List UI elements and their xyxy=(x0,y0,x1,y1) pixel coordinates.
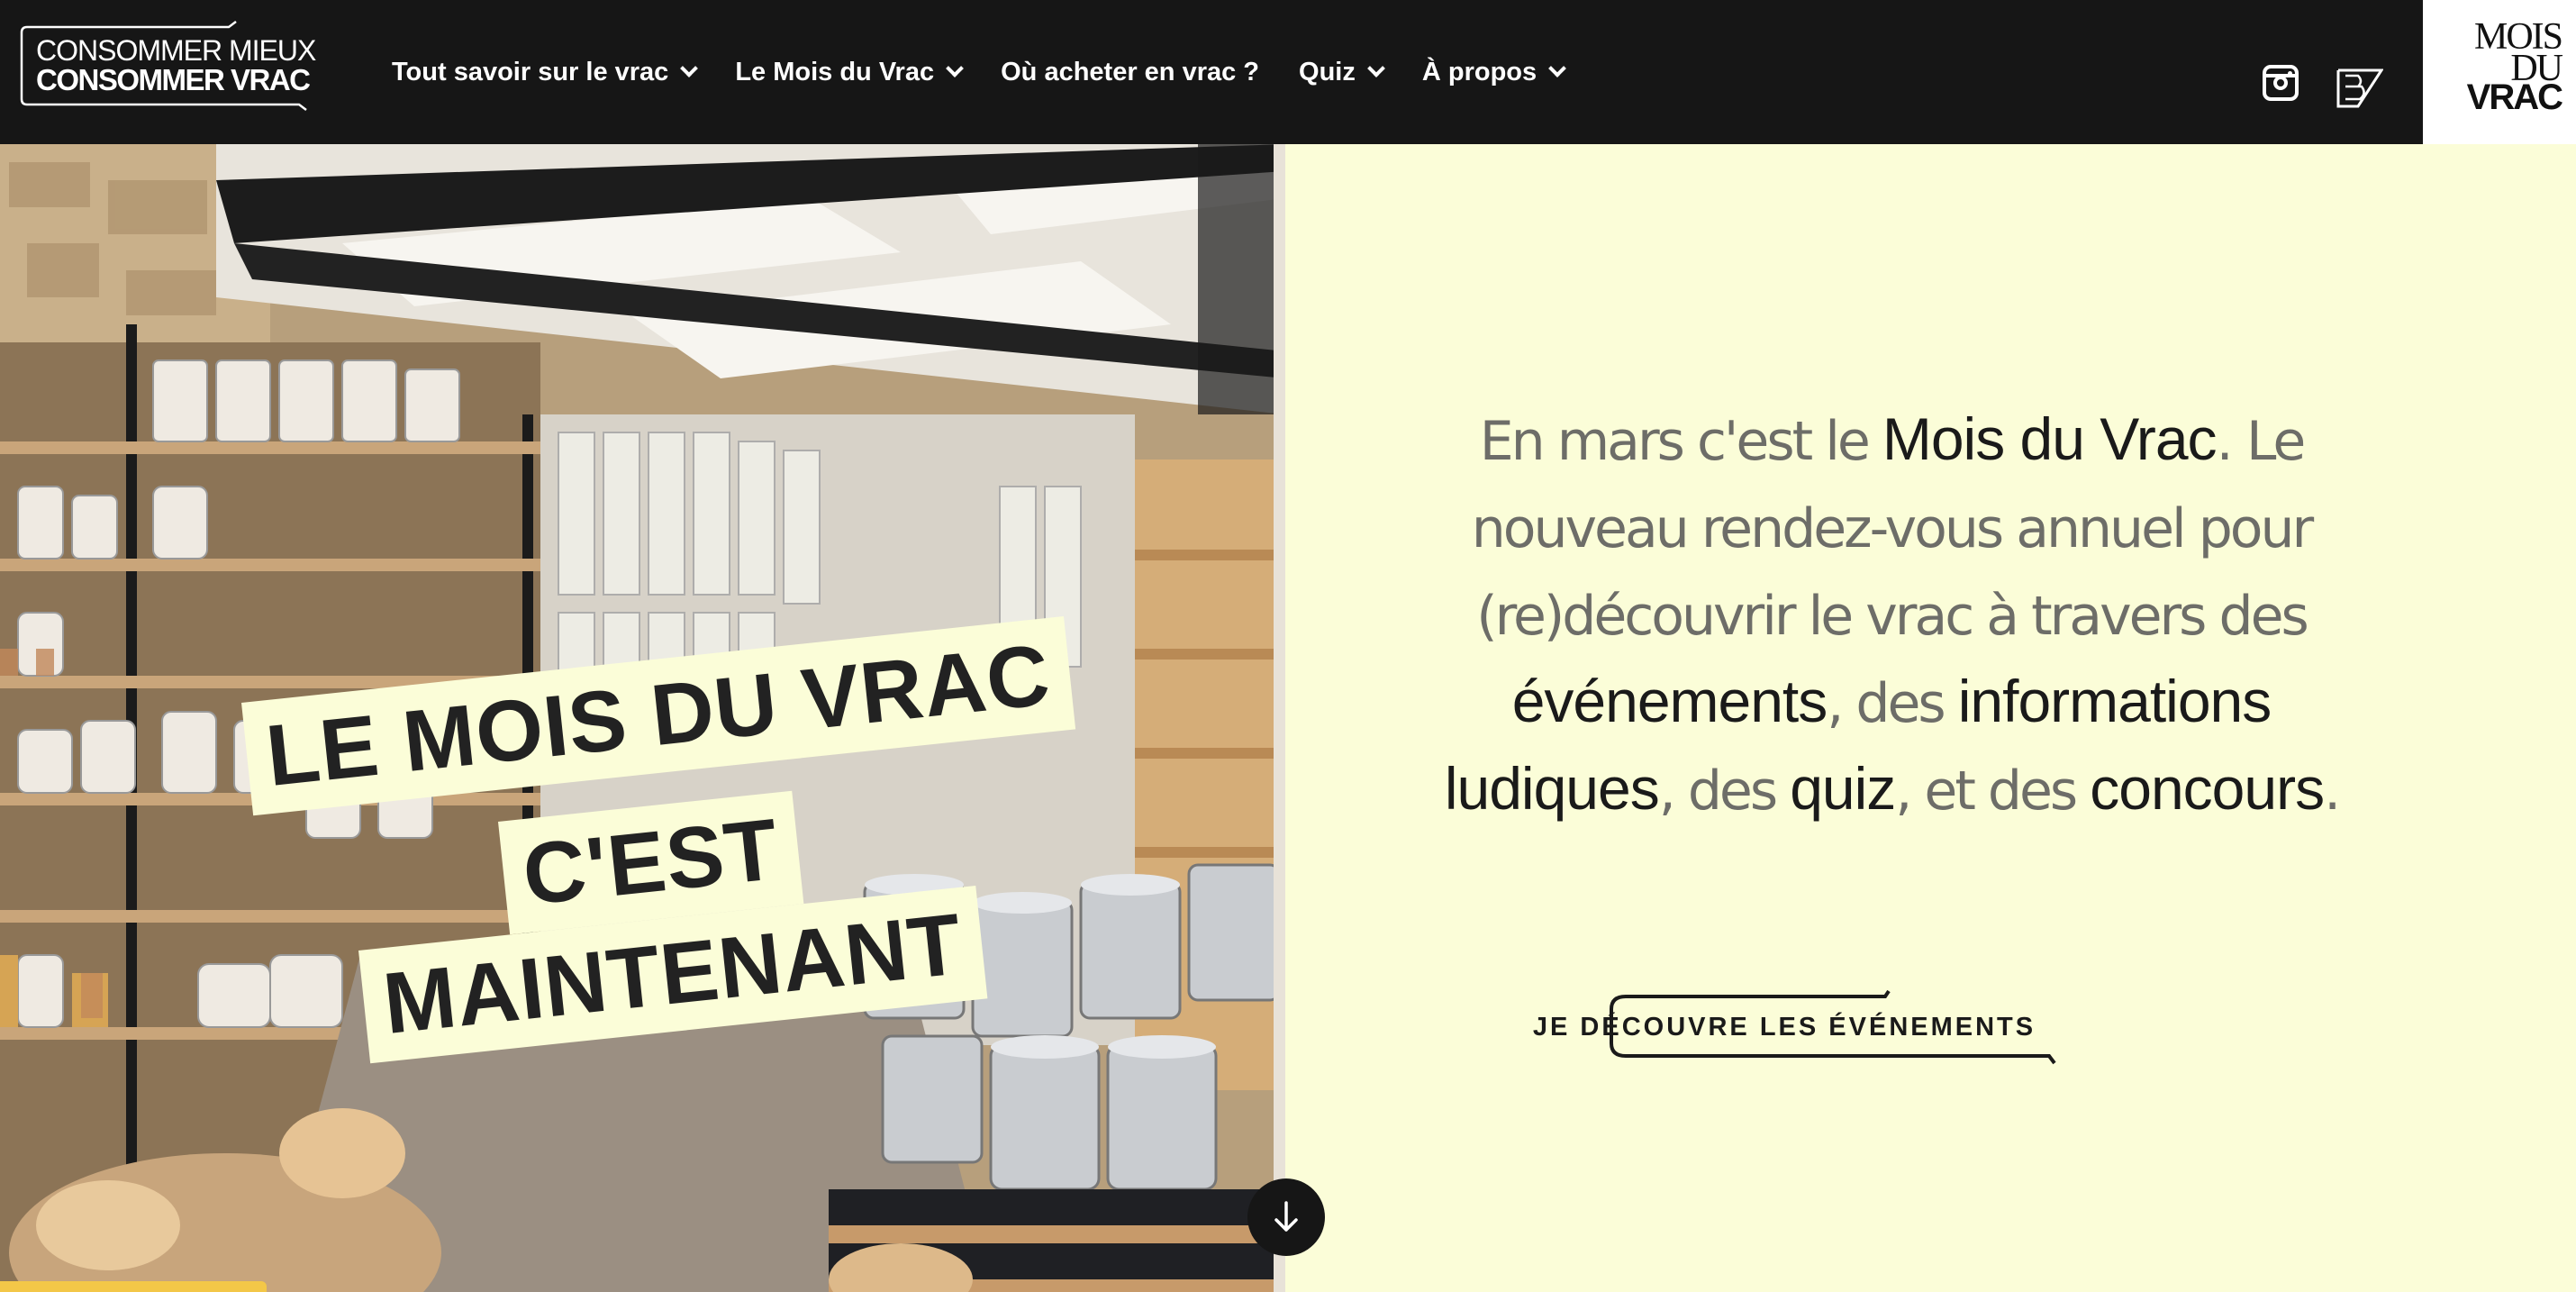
scroll-down-button[interactable] xyxy=(1247,1178,1325,1256)
nav-item-ou-acheter[interactable]: Où acheter en vrac ? xyxy=(1001,58,1259,87)
cta-label: JE DÉCOUVRE LES ÉVÉNEMENTS xyxy=(1532,1012,2036,1042)
decouvrir-evenements-button[interactable]: JE DÉCOUVRE LES ÉVÉNEMENTS xyxy=(1533,989,2056,1065)
chevron-down-icon xyxy=(1548,59,1567,77)
nav-item-label: Le Mois du Vrac xyxy=(735,57,935,86)
chevron-down-icon xyxy=(680,59,699,77)
site-header: CONSOMMER MIEUX CONSOMMER VRAC Tout savo… xyxy=(0,0,2423,144)
arrow-down-icon xyxy=(1274,1201,1298,1232)
intro-text: En mars c'est le xyxy=(1479,410,1882,473)
chevron-down-icon xyxy=(1366,59,1385,77)
nav-item-tout-savoir[interactable]: Tout savoir sur le vrac xyxy=(392,57,699,87)
logo-line-2: CONSOMMER VRAC xyxy=(36,63,311,96)
chevron-down-icon xyxy=(946,59,965,77)
intro-text: , des xyxy=(1658,760,1791,823)
nav-item-mois-du-vrac[interactable]: Le Mois du Vrac xyxy=(735,57,965,87)
intro-paragraph: En mars c'est le Mois du Vrac. Le nouvea… xyxy=(1441,396,2342,833)
intro-text: . xyxy=(2216,410,2234,473)
nav-item-quiz[interactable]: Quiz xyxy=(1299,57,1385,87)
yellow-tab[interactable] xyxy=(0,1281,267,1292)
brand-icon[interactable] xyxy=(2336,68,2384,113)
intro-highlight: événements xyxy=(1511,668,1828,734)
intro-text: . xyxy=(2324,760,2341,823)
intro-highlight: concours xyxy=(2090,755,2325,822)
intro-highlight: Mois du Vrac xyxy=(1882,405,2218,472)
site-logo[interactable]: CONSOMMER MIEUX CONSOMMER VRAC xyxy=(20,20,321,112)
instagram-icon[interactable] xyxy=(2263,65,2299,101)
mois-du-vrac-logo[interactable]: MOIS DU VRAC xyxy=(2423,0,2576,144)
nav-item-label: Tout savoir sur le vrac xyxy=(392,57,669,86)
main-nav: Tout savoir sur le vrac Le Mois du Vrac … xyxy=(392,0,1603,144)
hero-photo: LE MOIS DU VRAC C'EST MAINTENANT xyxy=(0,144,1285,1292)
intro-text: , et des xyxy=(1895,760,2091,823)
intro-text: , des xyxy=(1827,672,1958,735)
nav-item-label: Où acheter en vrac ? xyxy=(1001,57,1260,86)
nav-item-label: Quiz xyxy=(1299,57,1356,86)
intro-highlight: quiz xyxy=(1790,755,1896,822)
nav-item-label: À propos xyxy=(1421,57,1537,86)
corner-logo-line-3: VRAC xyxy=(2466,77,2563,117)
logo-line-1: CONSOMMER MIEUX xyxy=(36,34,316,67)
nav-item-a-propos[interactable]: À propos xyxy=(1421,57,1567,87)
